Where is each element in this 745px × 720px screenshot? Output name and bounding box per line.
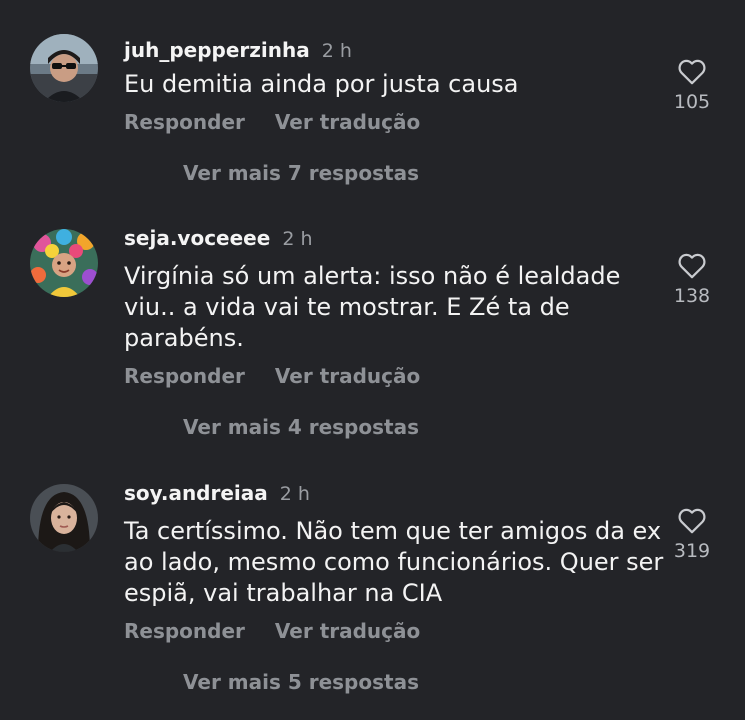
like-area: 138 xyxy=(666,252,718,307)
comment-actions: Responder Ver tradução xyxy=(124,110,420,134)
username[interactable]: juh_pepperzinha xyxy=(124,38,310,62)
translate-button[interactable]: Ver tradução xyxy=(275,110,420,134)
avatar[interactable] xyxy=(30,229,98,297)
username[interactable]: soy.andreiaa xyxy=(124,481,268,505)
heart-outline-icon[interactable] xyxy=(677,58,707,85)
view-more-replies-button[interactable]: Ver mais 4 respostas xyxy=(183,415,419,439)
reply-button[interactable]: Responder xyxy=(124,364,245,388)
like-count: 319 xyxy=(673,540,711,562)
heart-outline-icon[interactable] xyxy=(677,252,707,279)
timestamp: 2 h xyxy=(279,483,310,505)
view-more-replies-button[interactable]: Ver mais 7 respostas xyxy=(183,161,419,185)
comment-header: juh_pepperzinha 2 h xyxy=(124,38,352,62)
comment-actions: Responder Ver tradução xyxy=(124,619,420,643)
like-count: 138 xyxy=(673,285,711,307)
comment-text: Virgínia só um alerta: isso não é lealda… xyxy=(124,262,621,352)
comment-header: seja.voceeee 2 h xyxy=(124,226,312,250)
like-area: 105 xyxy=(666,58,718,113)
comment-actions: Responder Ver tradução xyxy=(124,364,420,388)
view-more-replies-button[interactable]: Ver mais 5 respostas xyxy=(183,670,419,694)
username[interactable]: seja.voceeee xyxy=(124,226,270,250)
timestamp: 2 h xyxy=(282,228,313,250)
translate-button[interactable]: Ver tradução xyxy=(275,364,420,388)
heart-outline-icon[interactable] xyxy=(677,507,707,534)
comment-text: Eu demitia ainda por justa causa xyxy=(124,70,519,98)
timestamp: 2 h xyxy=(321,40,352,62)
reply-button[interactable]: Responder xyxy=(124,110,245,134)
comment-header: soy.andreiaa 2 h xyxy=(124,481,310,505)
comment-text: Ta certíssimo. Não tem que ter amigos da… xyxy=(124,517,664,607)
like-area: 319 xyxy=(666,507,718,562)
avatar[interactable] xyxy=(30,484,98,552)
like-count: 105 xyxy=(673,91,711,113)
avatar[interactable] xyxy=(30,34,98,102)
reply-button[interactable]: Responder xyxy=(124,619,245,643)
translate-button[interactable]: Ver tradução xyxy=(275,619,420,643)
